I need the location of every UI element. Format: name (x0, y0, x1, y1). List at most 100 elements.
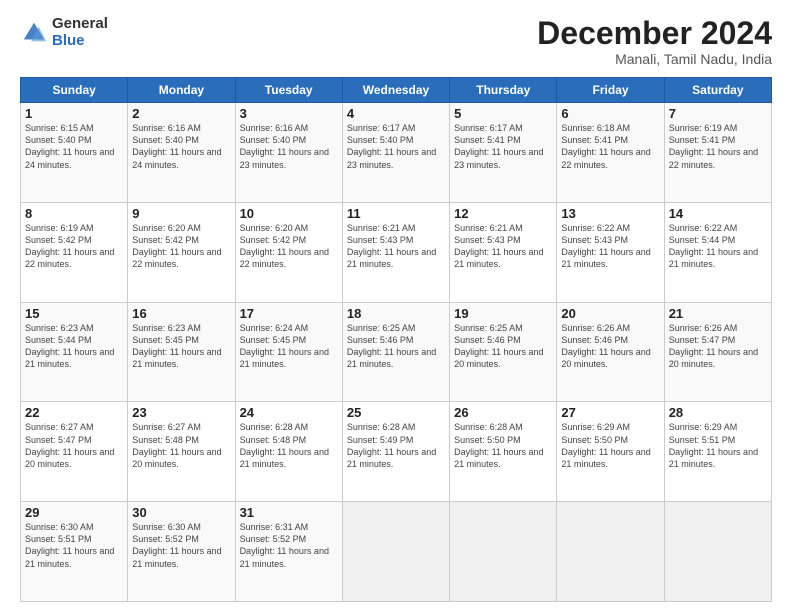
calendar-cell (342, 502, 449, 602)
day-info: Sunrise: 6:30 AM Sunset: 5:51 PM Dayligh… (25, 521, 123, 570)
calendar-cell: 24 Sunrise: 6:28 AM Sunset: 5:48 PM Dayl… (235, 402, 342, 502)
day-info: Sunrise: 6:19 AM Sunset: 5:42 PM Dayligh… (25, 222, 123, 271)
day-info: Sunrise: 6:25 AM Sunset: 5:46 PM Dayligh… (347, 322, 445, 371)
calendar-cell: 25 Sunrise: 6:28 AM Sunset: 5:49 PM Dayl… (342, 402, 449, 502)
calendar-cell: 3 Sunrise: 6:16 AM Sunset: 5:40 PM Dayli… (235, 103, 342, 203)
location: Manali, Tamil Nadu, India (537, 51, 772, 67)
calendar-cell: 27 Sunrise: 6:29 AM Sunset: 5:50 PM Dayl… (557, 402, 664, 502)
title-block: December 2024 Manali, Tamil Nadu, India (537, 16, 772, 67)
day-info: Sunrise: 6:25 AM Sunset: 5:46 PM Dayligh… (454, 322, 552, 371)
day-info: Sunrise: 6:18 AM Sunset: 5:41 PM Dayligh… (561, 122, 659, 171)
day-number: 6 (561, 106, 659, 121)
calendar-cell: 1 Sunrise: 6:15 AM Sunset: 5:40 PM Dayli… (21, 103, 128, 203)
header-tuesday: Tuesday (235, 78, 342, 103)
day-number: 8 (25, 206, 123, 221)
calendar-cell: 21 Sunrise: 6:26 AM Sunset: 5:47 PM Dayl… (664, 302, 771, 402)
day-info: Sunrise: 6:30 AM Sunset: 5:52 PM Dayligh… (132, 521, 230, 570)
day-number: 25 (347, 405, 445, 420)
calendar-cell (664, 502, 771, 602)
day-info: Sunrise: 6:22 AM Sunset: 5:43 PM Dayligh… (561, 222, 659, 271)
day-number: 20 (561, 306, 659, 321)
day-number: 30 (132, 505, 230, 520)
calendar-cell: 31 Sunrise: 6:31 AM Sunset: 5:52 PM Dayl… (235, 502, 342, 602)
calendar-cell: 30 Sunrise: 6:30 AM Sunset: 5:52 PM Dayl… (128, 502, 235, 602)
day-info: Sunrise: 6:27 AM Sunset: 5:47 PM Dayligh… (25, 421, 123, 470)
calendar-table: Sunday Monday Tuesday Wednesday Thursday… (20, 77, 772, 602)
day-number: 10 (240, 206, 338, 221)
calendar-week-row: 15 Sunrise: 6:23 AM Sunset: 5:44 PM Dayl… (21, 302, 772, 402)
day-number: 13 (561, 206, 659, 221)
day-number: 14 (669, 206, 767, 221)
day-info: Sunrise: 6:26 AM Sunset: 5:47 PM Dayligh… (669, 322, 767, 371)
day-info: Sunrise: 6:19 AM Sunset: 5:41 PM Dayligh… (669, 122, 767, 171)
day-info: Sunrise: 6:21 AM Sunset: 5:43 PM Dayligh… (454, 222, 552, 271)
logo-text: General Blue (52, 16, 108, 49)
calendar-cell: 2 Sunrise: 6:16 AM Sunset: 5:40 PM Dayli… (128, 103, 235, 203)
calendar-cell (450, 502, 557, 602)
calendar-cell: 6 Sunrise: 6:18 AM Sunset: 5:41 PM Dayli… (557, 103, 664, 203)
calendar-cell: 10 Sunrise: 6:20 AM Sunset: 5:42 PM Dayl… (235, 202, 342, 302)
calendar-cell: 4 Sunrise: 6:17 AM Sunset: 5:40 PM Dayli… (342, 103, 449, 203)
calendar-cell: 11 Sunrise: 6:21 AM Sunset: 5:43 PM Dayl… (342, 202, 449, 302)
day-number: 11 (347, 206, 445, 221)
header-friday: Friday (557, 78, 664, 103)
day-number: 24 (240, 405, 338, 420)
day-info: Sunrise: 6:29 AM Sunset: 5:50 PM Dayligh… (561, 421, 659, 470)
day-number: 5 (454, 106, 552, 121)
day-number: 18 (347, 306, 445, 321)
day-number: 15 (25, 306, 123, 321)
day-number: 7 (669, 106, 767, 121)
calendar-cell: 26 Sunrise: 6:28 AM Sunset: 5:50 PM Dayl… (450, 402, 557, 502)
day-info: Sunrise: 6:26 AM Sunset: 5:46 PM Dayligh… (561, 322, 659, 371)
day-number: 22 (25, 405, 123, 420)
day-number: 12 (454, 206, 552, 221)
calendar-page: General Blue December 2024 Manali, Tamil… (0, 0, 792, 612)
day-info: Sunrise: 6:20 AM Sunset: 5:42 PM Dayligh… (240, 222, 338, 271)
calendar-week-row: 29 Sunrise: 6:30 AM Sunset: 5:51 PM Dayl… (21, 502, 772, 602)
day-info: Sunrise: 6:17 AM Sunset: 5:40 PM Dayligh… (347, 122, 445, 171)
header: General Blue December 2024 Manali, Tamil… (20, 16, 772, 67)
day-number: 16 (132, 306, 230, 321)
day-info: Sunrise: 6:28 AM Sunset: 5:48 PM Dayligh… (240, 421, 338, 470)
logo-blue: Blue (52, 33, 108, 50)
day-info: Sunrise: 6:31 AM Sunset: 5:52 PM Dayligh… (240, 521, 338, 570)
day-number: 1 (25, 106, 123, 121)
calendar-cell: 15 Sunrise: 6:23 AM Sunset: 5:44 PM Dayl… (21, 302, 128, 402)
calendar-week-row: 8 Sunrise: 6:19 AM Sunset: 5:42 PM Dayli… (21, 202, 772, 302)
calendar-cell: 7 Sunrise: 6:19 AM Sunset: 5:41 PM Dayli… (664, 103, 771, 203)
calendar-body: 1 Sunrise: 6:15 AM Sunset: 5:40 PM Dayli… (21, 103, 772, 602)
day-info: Sunrise: 6:23 AM Sunset: 5:44 PM Dayligh… (25, 322, 123, 371)
calendar-cell: 9 Sunrise: 6:20 AM Sunset: 5:42 PM Dayli… (128, 202, 235, 302)
calendar-week-row: 22 Sunrise: 6:27 AM Sunset: 5:47 PM Dayl… (21, 402, 772, 502)
calendar-cell (557, 502, 664, 602)
day-number: 27 (561, 405, 659, 420)
day-info: Sunrise: 6:20 AM Sunset: 5:42 PM Dayligh… (132, 222, 230, 271)
header-monday: Monday (128, 78, 235, 103)
calendar-cell: 16 Sunrise: 6:23 AM Sunset: 5:45 PM Dayl… (128, 302, 235, 402)
calendar-cell: 5 Sunrise: 6:17 AM Sunset: 5:41 PM Dayli… (450, 103, 557, 203)
header-sunday: Sunday (21, 78, 128, 103)
logo-general: General (52, 16, 108, 33)
calendar-cell: 22 Sunrise: 6:27 AM Sunset: 5:47 PM Dayl… (21, 402, 128, 502)
calendar-cell: 20 Sunrise: 6:26 AM Sunset: 5:46 PM Dayl… (557, 302, 664, 402)
day-number: 23 (132, 405, 230, 420)
day-number: 3 (240, 106, 338, 121)
day-info: Sunrise: 6:16 AM Sunset: 5:40 PM Dayligh… (240, 122, 338, 171)
header-thursday: Thursday (450, 78, 557, 103)
day-info: Sunrise: 6:16 AM Sunset: 5:40 PM Dayligh… (132, 122, 230, 171)
calendar-cell: 13 Sunrise: 6:22 AM Sunset: 5:43 PM Dayl… (557, 202, 664, 302)
logo-icon (20, 19, 48, 47)
header-row: Sunday Monday Tuesday Wednesday Thursday… (21, 78, 772, 103)
logo: General Blue (20, 16, 108, 49)
calendar-cell: 12 Sunrise: 6:21 AM Sunset: 5:43 PM Dayl… (450, 202, 557, 302)
day-info: Sunrise: 6:17 AM Sunset: 5:41 PM Dayligh… (454, 122, 552, 171)
calendar-cell: 29 Sunrise: 6:30 AM Sunset: 5:51 PM Dayl… (21, 502, 128, 602)
calendar-cell: 23 Sunrise: 6:27 AM Sunset: 5:48 PM Dayl… (128, 402, 235, 502)
day-number: 17 (240, 306, 338, 321)
day-number: 31 (240, 505, 338, 520)
day-info: Sunrise: 6:28 AM Sunset: 5:49 PM Dayligh… (347, 421, 445, 470)
day-number: 4 (347, 106, 445, 121)
day-info: Sunrise: 6:23 AM Sunset: 5:45 PM Dayligh… (132, 322, 230, 371)
calendar-cell: 28 Sunrise: 6:29 AM Sunset: 5:51 PM Dayl… (664, 402, 771, 502)
day-number: 28 (669, 405, 767, 420)
